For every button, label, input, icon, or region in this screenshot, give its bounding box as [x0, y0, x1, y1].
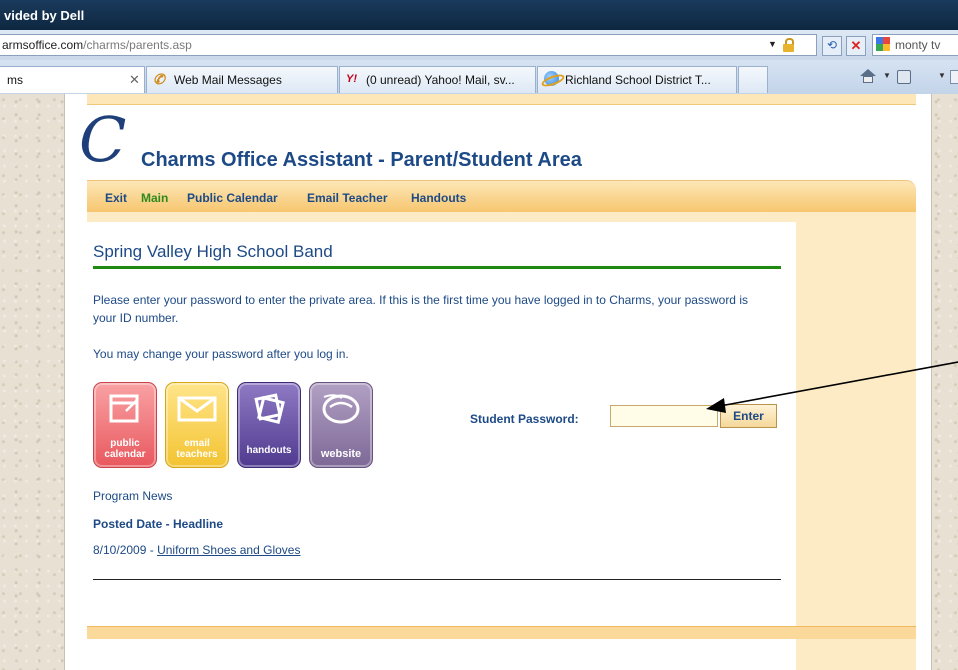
feeds-icon[interactable] — [897, 70, 911, 84]
news-divider — [93, 579, 781, 580]
news-separator: - — [146, 543, 158, 557]
mouse-icon — [322, 394, 360, 424]
address-bar: armsoffice.com/charms/parents.asp ▼ ⟲ ✕ … — [0, 30, 958, 61]
student-password-label: Student Password: — [470, 412, 579, 426]
nav-handouts[interactable]: Handouts — [411, 191, 466, 205]
google-icon — [876, 37, 890, 51]
enter-button[interactable]: Enter — [720, 404, 777, 428]
tile-label: email — [184, 438, 210, 449]
side-panel — [796, 222, 916, 670]
page-title: Charms Office Assistant - Parent/Student… — [141, 149, 582, 171]
email-teachers-tile[interactable]: email teachers — [165, 382, 229, 468]
tab-richland[interactable]: Richland School District T... — [537, 66, 737, 93]
url-host: armsoffice.com — [2, 38, 84, 52]
header-strip — [87, 94, 916, 105]
mail-favicon-icon: ✆ — [153, 71, 165, 87]
yahoo-favicon-icon: Y! — [346, 73, 357, 85]
tab-label: Web Mail Messages — [174, 73, 282, 87]
url-dropdown-icon[interactable]: ▼ — [768, 39, 777, 49]
stop-button[interactable]: ✕ — [846, 36, 866, 56]
handouts-tile[interactable]: handouts — [237, 382, 301, 468]
feeds-dropdown-icon[interactable]: ▼ — [938, 71, 946, 80]
website-tile[interactable]: website — [309, 382, 373, 468]
tile-label: handouts — [246, 445, 292, 456]
charms-logo: C — [79, 103, 127, 176]
window-title-bar: vided by Dell — [0, 0, 958, 30]
new-tab-button[interactable] — [738, 66, 768, 93]
tile-label: teachers — [176, 449, 218, 460]
tab-label: (0 unread) Yahoo! Mail, sv... — [366, 73, 515, 87]
nav-exit[interactable]: Exit — [105, 191, 127, 205]
nav-main[interactable]: Main — [141, 191, 168, 205]
home-dropdown-icon[interactable]: ▼ — [883, 71, 891, 80]
tab-label: ms — [7, 73, 23, 87]
tile-label: public — [110, 438, 140, 449]
search-text: monty tv — [895, 38, 941, 52]
tab-bar: ms ✕ ✆ Web Mail Messages Y! (0 unread) Y… — [0, 60, 958, 95]
lock-icon[interactable] — [783, 38, 794, 52]
close-tab-icon[interactable]: ✕ — [129, 72, 140, 88]
main-nav: Exit Main Public Calendar Email Teacher … — [87, 180, 916, 213]
tab-yahoo-mail[interactable]: Y! (0 unread) Yahoo! Mail, sv... — [339, 66, 536, 93]
tab-web-mail[interactable]: ✆ Web Mail Messages — [146, 66, 338, 93]
tile-label: calendar — [104, 449, 146, 460]
public-calendar-tile[interactable]: public calendar — [93, 382, 157, 468]
news-column-header: Posted Date - Headline — [93, 517, 224, 531]
title-divider — [93, 266, 781, 269]
student-password-input[interactable] — [610, 405, 718, 427]
program-news-heading: Program News — [93, 489, 173, 503]
nav-email-teacher[interactable]: Email Teacher — [307, 191, 387, 205]
login-instructions: Please enter your password to enter the … — [93, 293, 748, 325]
nav-underbar — [87, 212, 916, 222]
news-date: 8/10/2009 — [93, 543, 147, 557]
papers-icon — [254, 393, 285, 424]
url-text: armsoffice.com/charms/parents.asp — [2, 38, 192, 52]
url-path: /charms/parents.asp — [83, 38, 192, 52]
footer-strip — [87, 626, 916, 639]
refresh-button[interactable]: ⟲ — [822, 36, 842, 56]
password-change-note: You may change your password after you l… — [93, 347, 349, 361]
print-icon[interactable] — [950, 70, 958, 84]
refresh-icon: ⟲ — [826, 38, 838, 52]
calendar-icon — [109, 394, 139, 423]
tab-charms[interactable]: ms ✕ — [0, 66, 145, 93]
stop-icon: ✕ — [850, 38, 862, 53]
search-input[interactable]: monty tv — [872, 34, 958, 56]
nav-public-calendar[interactable]: Public Calendar — [187, 191, 278, 205]
tile-label: website — [320, 448, 362, 460]
envelope-icon — [177, 396, 217, 422]
tab-label: Richland School District T... — [565, 73, 711, 87]
url-input[interactable]: armsoffice.com/charms/parents.asp ▼ — [0, 34, 817, 56]
ie-favicon-icon — [544, 71, 559, 86]
news-headline-link[interactable]: Uniform Shoes and Gloves — [157, 543, 300, 557]
school-title: Spring Valley High School Band — [93, 242, 333, 261]
charms-page: C Charms Office Assistant - Parent/Stude… — [64, 94, 932, 670]
home-icon[interactable] — [860, 69, 876, 83]
news-item: 8/10/2009 - Uniform Shoes and Gloves — [93, 543, 300, 557]
window-title: vided by Dell — [4, 8, 85, 23]
